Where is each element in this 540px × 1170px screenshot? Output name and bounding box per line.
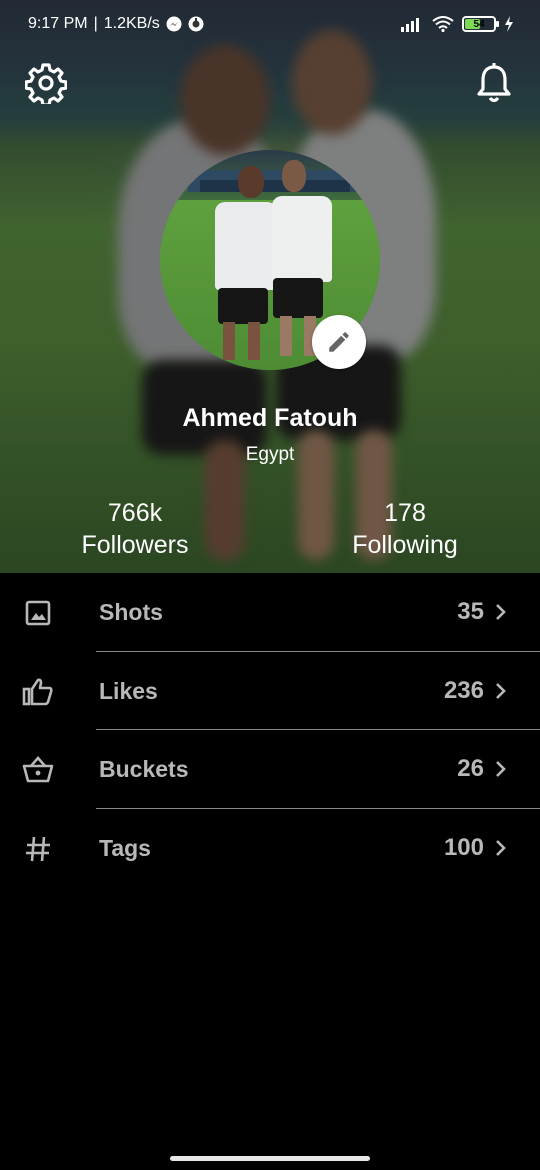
following-stat[interactable]: 178 Following (330, 497, 480, 561)
followers-count: 766k (107, 499, 163, 527)
menu-item-tags[interactable]: Tags 100 (0, 809, 540, 888)
status-net-speed: 1.2KB/s (103, 15, 160, 32)
chevron-right-icon (496, 682, 506, 699)
wifi-icon (432, 16, 454, 32)
app-notification-icon (188, 16, 204, 32)
battery-indicator: 54 (462, 16, 499, 32)
menu-item-count: 26 (457, 755, 484, 782)
profile-menu-list: Shots 35 Likes 236 Buckets 26 Tags 100 (0, 573, 540, 887)
chevron-right-icon (496, 839, 506, 856)
pencil-icon (329, 332, 349, 352)
thumbs-up-icon (22, 678, 53, 705)
status-separator: | (93, 15, 98, 32)
image-icon (25, 600, 51, 626)
charging-icon (505, 16, 513, 32)
menu-item-count: 35 (457, 598, 484, 625)
hash-icon (26, 836, 50, 861)
menu-item-likes[interactable]: Likes 236 (0, 652, 540, 730)
status-bar: 9:17 PM | 1.2KB/s 54 (0, 0, 540, 48)
chevron-right-icon (496, 604, 506, 620)
followers-stat[interactable]: 766k Followers (60, 497, 210, 561)
profile-header: 9:17 PM | 1.2KB/s 54 Ahmed Fatouh Egypt … (0, 0, 540, 573)
messenger-icon (166, 16, 182, 32)
menu-item-label: Likes (99, 677, 158, 704)
battery-level: 54 (473, 18, 485, 30)
chevron-right-icon (496, 761, 506, 777)
bell-icon[interactable] (473, 62, 515, 104)
profile-country: Egypt (245, 444, 295, 465)
menu-item-count: 236 (443, 676, 484, 704)
menu-item-label: Buckets (99, 756, 189, 782)
menu-item-shots[interactable]: Shots 35 (0, 573, 540, 652)
gear-icon[interactable] (25, 62, 67, 104)
status-time: 9:17 PM (28, 15, 88, 32)
basket-icon (22, 756, 54, 783)
edit-avatar-button[interactable] (312, 315, 366, 369)
signal-icon (401, 18, 419, 32)
menu-item-count: 100 (443, 833, 484, 861)
menu-item-label: Tags (99, 834, 151, 861)
following-label: Following (352, 531, 458, 559)
menu-item-label: Shots (99, 599, 163, 625)
profile-name: Ahmed Fatouh (182, 404, 358, 432)
followers-label: Followers (81, 531, 189, 559)
home-indicator[interactable] (170, 1156, 370, 1161)
following-count: 178 (384, 499, 426, 527)
menu-item-buckets[interactable]: Buckets 26 (0, 730, 540, 809)
